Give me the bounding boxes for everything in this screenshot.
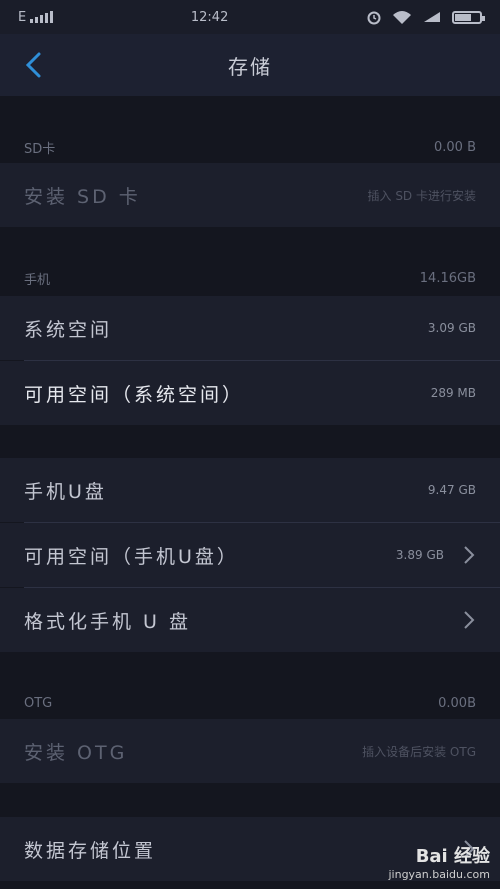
install-sd-label: 安装 SD 卡 [24, 185, 141, 208]
system-space-value: 3.09 GB [427, 321, 476, 335]
available-system-row[interactable]: 可用空间（系统空间） 289 MB [0, 361, 500, 425]
watermark-url: jingyan.baidu.com [388, 868, 490, 881]
install-otg-label: 安装 OTG [24, 741, 128, 764]
install-otg-row: 安装 OTG 插入设备后安装 OTG [0, 719, 500, 783]
signal-icon [30, 11, 54, 23]
chevron-left-icon [25, 52, 41, 78]
chevron-right-icon [464, 611, 475, 629]
phone-udisk-value: 9.47 GB [427, 483, 476, 497]
storage-location-label: 数据存储位置 [24, 839, 157, 862]
wifi-icon [393, 11, 411, 24]
format-udisk-label: 格式化手机 U 盘 [24, 610, 191, 633]
sd-section-value: 0.00 B [434, 139, 476, 155]
clock: 12:42 [190, 9, 229, 25]
carrier-label: E [18, 9, 27, 25]
sd-section-header: SD卡 0.00 B [0, 133, 500, 161]
otg-section-header: OTG 0.00B [0, 689, 500, 717]
available-system-value: 289 MB [430, 386, 476, 400]
phone-section-value: 14.16GB [419, 270, 476, 286]
watermark-brand: Bai 经验 [415, 846, 490, 867]
otg-section-value: 0.00B [438, 695, 476, 711]
alarm-icon [367, 11, 381, 25]
page-title: 存储 [228, 54, 272, 79]
phone-udisk-label: 手机U盘 [24, 480, 107, 503]
phone-section-header: 手机 14.16GB [0, 264, 500, 292]
back-button[interactable] [18, 50, 48, 80]
network-icon [424, 12, 440, 22]
available-udisk-value: 3.89 GB [395, 548, 444, 562]
available-udisk-row[interactable]: 可用空间（手机U盘） 3.89 GB [0, 523, 500, 587]
chevron-right-icon [464, 546, 475, 564]
system-space-label: 系统空间 [24, 318, 113, 341]
available-system-label: 可用空间（系统空间） [24, 383, 245, 406]
install-otg-hint: 插入设备后安装 OTG [362, 744, 476, 759]
sd-section-label: SD卡 [24, 141, 56, 157]
install-sd-row: 安装 SD 卡 插入 SD 卡进行安装 [0, 163, 500, 227]
otg-section-label: OTG [24, 695, 53, 711]
available-udisk-label: 可用空间（手机U盘） [24, 545, 239, 568]
status-bar: E 12:42 [0, 0, 500, 34]
battery-icon [452, 10, 485, 24]
title-bar: 存储 [0, 34, 500, 96]
status-icons [366, 9, 485, 25]
watermark: Bai 经验 jingyan.baidu.com [388, 842, 490, 881]
available-udisk-value-group: 3.89 GB [396, 545, 476, 565]
signal-area: E [18, 9, 54, 25]
system-space-row[interactable]: 系统空间 3.09 GB [0, 296, 500, 360]
format-udisk-row[interactable]: 格式化手机 U 盘 [0, 588, 500, 652]
format-udisk-action [462, 610, 476, 630]
phone-section-label: 手机 [24, 272, 51, 288]
install-sd-hint: 插入 SD 卡进行安装 [367, 188, 477, 203]
phone-udisk-row[interactable]: 手机U盘 9.47 GB [0, 458, 500, 522]
